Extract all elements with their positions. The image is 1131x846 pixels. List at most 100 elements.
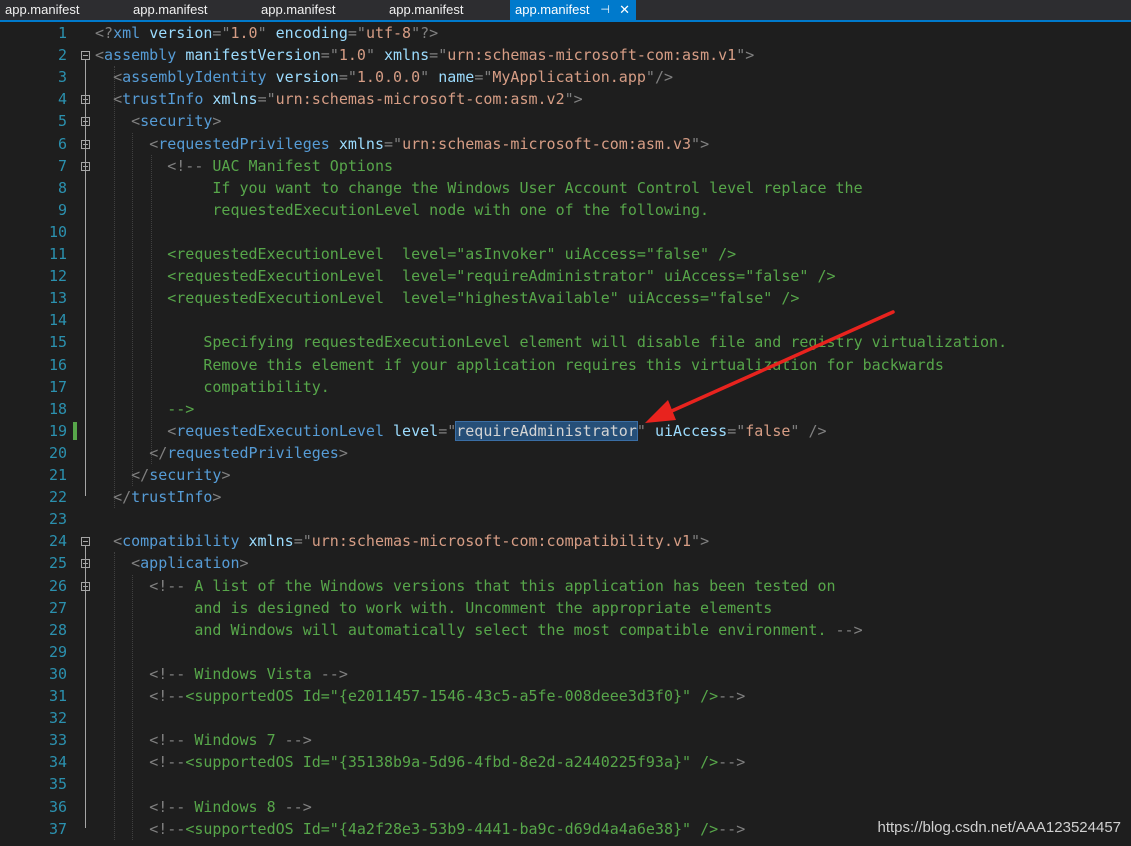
code-token: " (691, 532, 701, 551)
line-number: 37 (48, 819, 67, 838)
code-token: xmlns (384, 46, 430, 65)
code-token: <requestedExecutionLevel level="highestA… (95, 289, 800, 308)
tab-app-manifest[interactable]: app.manifest (256, 0, 384, 20)
code-token: xmlns (212, 90, 258, 109)
code-token: trustInfo (131, 488, 213, 507)
code-token: " (302, 532, 312, 551)
code-token: > (212, 488, 222, 507)
code-token: < (113, 90, 123, 109)
code-token: = (293, 532, 303, 551)
fold-collapse-icon[interactable] (81, 559, 90, 569)
code-token: assemblyIdentity (122, 68, 267, 87)
code-line[interactable]: <requestedExecutionLevel level="highestA… (95, 287, 799, 309)
code-token: --> (284, 797, 312, 816)
code-line[interactable]: and is designed to work with. Uncomment … (95, 597, 772, 619)
code-line[interactable]: Remove this element if your application … (95, 354, 944, 376)
code-line[interactable]: <security> (95, 110, 221, 132)
code-line[interactable]: and Windows will automatically select th… (95, 619, 862, 641)
code-token: Specifying requestedExecutionLevel eleme… (95, 333, 1008, 352)
code-token: < (131, 112, 141, 131)
line-number: 6 (57, 134, 67, 153)
code-line[interactable]: <!-- A list of the Windows versions that… (95, 575, 835, 597)
fold-collapse-icon[interactable] (81, 51, 90, 61)
code-token: " (365, 46, 375, 65)
code-line[interactable]: <requestedExecutionLevel level="requireA… (95, 265, 835, 287)
code-token: < (113, 68, 123, 87)
code-token: security (140, 112, 213, 131)
code-line[interactable]: <application> (95, 552, 248, 574)
code-line[interactable]: <!-- UAC Manifest Options (95, 155, 393, 177)
code-token: UAC Manifest Options (203, 156, 394, 175)
code-token: <!-- (149, 687, 186, 705)
tab-bar: app.manifest app.manifest app.manifest app.… (0, 0, 1131, 22)
code-editor[interactable]: 1 <?xml version="1.0" encoding="utf-8"?> 2… (0, 22, 1131, 846)
code-line[interactable]: <assemblyIdentity version="1.0.0.0" name… (95, 66, 673, 88)
fold-collapse-icon[interactable] (81, 95, 90, 105)
code-token: </ (149, 443, 168, 462)
code-token: <requestedExecutionLevel level="asInvoke… (95, 245, 737, 263)
code-token: urn:schemas-microsoft-com:asm.v1 (447, 46, 737, 65)
code-line[interactable]: Specifying requestedExecutionLevel eleme… (95, 331, 1007, 353)
line-number: 18 (48, 399, 67, 418)
fold-collapse-icon[interactable] (81, 139, 90, 149)
code-line[interactable]: <!-- Windows Vista --> (95, 663, 348, 685)
tab-label: app.manifest (5, 2, 80, 17)
code-token: --> (284, 731, 312, 750)
line-number: 12 (48, 267, 67, 286)
line-number: 11 (48, 245, 67, 263)
code-line[interactable]: If you want to change the Windows User A… (95, 177, 863, 199)
code-token: encoding (275, 24, 348, 42)
code-line[interactable]: <trustInfo xmlns="urn:schemas-microsoft-… (95, 88, 583, 110)
code-token: If you want to change the Windows User A… (95, 178, 863, 197)
code-token: <!-- (149, 731, 186, 750)
line-number: 30 (48, 664, 67, 683)
line-number: 13 (48, 289, 67, 308)
code-line[interactable]: compatibility. (95, 376, 329, 398)
tab-app-manifest[interactable]: app.manifest (128, 0, 256, 20)
code-token: <!-- (149, 819, 186, 838)
code-line[interactable]: --> (95, 398, 194, 420)
code-token: " (356, 24, 366, 42)
code-line[interactable]: <requestedExecutionLevel level="asInvoke… (95, 243, 736, 265)
line-number: 9 (57, 200, 67, 219)
fold-collapse-icon[interactable] (81, 537, 90, 547)
code-line[interactable]: <compatibility xmlns="urn:schemas-micros… (95, 530, 709, 552)
code-line[interactable]: <!-- Windows 8 --> (95, 796, 312, 818)
code-line[interactable]: <!--<supportedOS Id="{35138b9a-5d96-4fbd… (95, 751, 745, 773)
line-number: 4 (57, 90, 67, 109)
line-number: 5 (57, 112, 67, 131)
code-token: urn:schemas-microsoft-com:compatibility.… (311, 532, 692, 551)
code-token: /> (808, 421, 827, 440)
tab-app-manifest[interactable]: app.manifest (0, 0, 128, 20)
code-token: <!-- (149, 576, 186, 595)
close-icon[interactable]: ✕ (619, 0, 630, 20)
code-line[interactable]: <assembly manifestVersion="1.0" xmlns="u… (95, 44, 754, 66)
fold-collapse-icon[interactable] (81, 117, 90, 127)
code-line[interactable]: <!--<supportedOS Id="{e2011457-1546-43c5… (95, 685, 745, 707)
code-line[interactable]: <!--<supportedOS Id="{4a2f28e3-53b9-4441… (95, 818, 745, 840)
line-number: 15 (48, 333, 67, 352)
code-token: <!-- (149, 664, 186, 683)
code-line[interactable]: <!-- Windows 7 --> (95, 729, 312, 751)
line-number: 27 (48, 598, 67, 617)
code-line[interactable]: </requestedPrivileges> (95, 442, 348, 464)
tab-app-manifest[interactable]: app.manifest (384, 0, 510, 20)
code-line[interactable]: <?xml version="1.0" encoding="utf-8"?> (95, 22, 438, 44)
code-token: < (131, 554, 141, 573)
fold-collapse-icon[interactable] (81, 581, 90, 591)
code-line[interactable]: </trustInfo> (95, 486, 221, 508)
code-line[interactable]: </security> (95, 464, 230, 486)
pin-icon[interactable]: ⊣ (600, 0, 610, 20)
code-line[interactable]: requestedExecutionLevel node with one of… (95, 199, 709, 221)
tab-app-manifest-active[interactable]: app.manifest ⊣ ✕ (510, 0, 636, 20)
code-line[interactable]: <requestedPrivileges xmlns="urn:schemas-… (95, 133, 709, 155)
code-line[interactable]: <requestedExecutionLevel level="requireA… (95, 420, 827, 442)
fold-collapse-icon[interactable] (81, 161, 90, 171)
